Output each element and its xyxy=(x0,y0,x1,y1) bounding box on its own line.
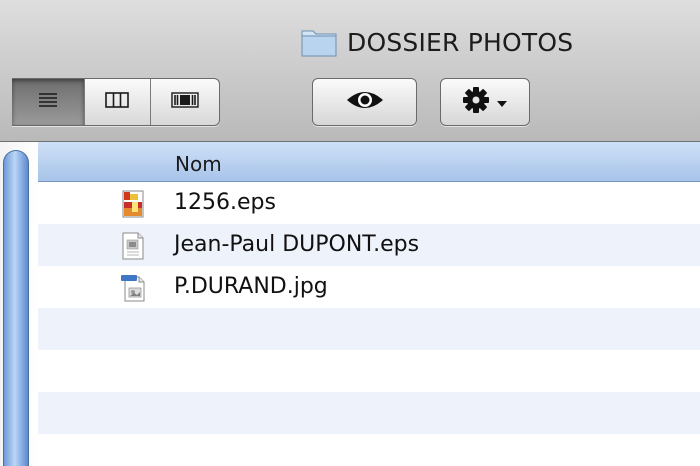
file-row[interactable]: P.DURAND.jpg xyxy=(38,266,700,308)
column-view-button[interactable] xyxy=(85,79,152,125)
list-view-icon xyxy=(38,92,58,112)
quick-look-button[interactable] xyxy=(312,78,417,126)
column-view-icon xyxy=(105,92,130,112)
file-row[interactable]: Jean-Paul DUPONT.eps xyxy=(38,224,700,266)
file-name: P.DURAND.jpg xyxy=(174,274,328,299)
eye-icon xyxy=(345,88,385,116)
empty-row xyxy=(38,350,700,392)
coverflow-view-button[interactable] xyxy=(151,79,219,125)
action-menu-button[interactable] xyxy=(440,78,530,126)
eps-document-icon xyxy=(120,232,146,260)
vertical-scrollbar[interactable] xyxy=(0,142,38,466)
column-header-name[interactable]: Nom xyxy=(38,142,700,182)
view-mode-segmented-control xyxy=(12,78,220,126)
folder-icon xyxy=(301,27,337,57)
eps-color-file-icon xyxy=(120,190,146,218)
file-name: 1256.eps xyxy=(174,190,276,215)
column-header-label: Nom xyxy=(175,152,222,176)
window-title: DOSSIER PHOTOS xyxy=(301,24,573,60)
empty-row xyxy=(38,434,700,466)
scrollbar-thumb[interactable] xyxy=(3,150,29,466)
gear-icon xyxy=(462,86,490,118)
jpg-file-icon xyxy=(120,274,146,302)
file-list: Nom 1256.eps Jean-Paul DUPONT.eps P.DURA… xyxy=(0,142,700,466)
window-title-text: DOSSIER PHOTOS xyxy=(347,27,574,57)
file-row[interactable]: 1256.eps xyxy=(38,182,700,224)
empty-row xyxy=(38,308,700,350)
window-toolbar: DOSSIER PHOTOS xyxy=(0,0,700,142)
list-view-button[interactable] xyxy=(12,79,85,125)
file-name: Jean-Paul DUPONT.eps xyxy=(174,232,420,257)
empty-row xyxy=(38,392,700,434)
coverflow-view-icon xyxy=(171,92,199,112)
chevron-down-icon xyxy=(496,93,508,112)
